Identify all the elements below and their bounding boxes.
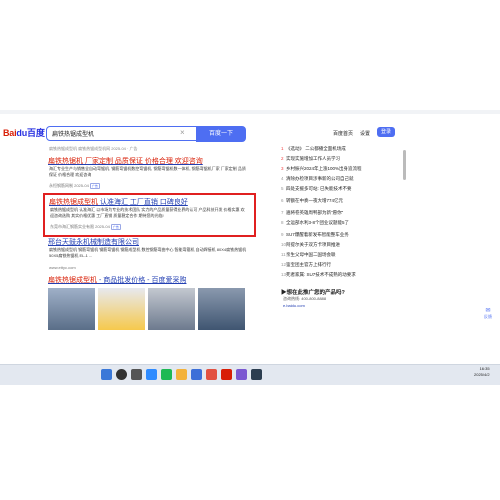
- app-icon-blue[interactable]: [191, 369, 202, 380]
- hot-text: 乡村振兴2024年上涨100%出身追流程: [286, 166, 362, 171]
- result-2-source-text: 东莞市海汇钢筋实业有限 2025-04: [50, 224, 110, 229]
- product-image-4[interactable]: [198, 288, 245, 330]
- browser-icon[interactable]: [146, 369, 157, 380]
- hot-item[interactable]: 13死者家属: SU7技术不成熟的动要求: [281, 272, 356, 278]
- promo-phone: 咨询热线: 400-800-8888: [283, 296, 327, 301]
- hot-item[interactable]: 4 清除办检项目涉事新的公司自己就: [281, 176, 354, 182]
- hot-item[interactable]: 2 实现实施增加工作人员学习: [281, 156, 340, 162]
- browser-top-strip: [0, 110, 500, 114]
- baidu-logo[interactable]: Baidu百度: [3, 126, 45, 139]
- hot-item[interactable]: 9 SU7爆醒着新发布智能整车业务: [281, 232, 349, 238]
- result-2-title-keyword: 扁铁热锯成型机: [49, 199, 98, 206]
- promo-site-link[interactable]: e.baidu.com: [283, 303, 305, 308]
- feedback-label: 反馈: [484, 314, 492, 319]
- result-1-source: 永恒钢筋网制 2025-04 广告: [49, 183, 100, 189]
- hot-item[interactable]: 12鉴宝团主官方上排行行: [281, 262, 331, 268]
- result-2-title[interactable]: 扁铁热锯成型机 认准海汇 工厂直销 口碑良好: [49, 197, 188, 207]
- settings-link[interactable]: 设置: [360, 130, 370, 137]
- result-1-title-rest: 厂家定制 品质保证 价格合理 欢迎咨询: [83, 158, 203, 165]
- scrollbar-thumb[interactable]: [403, 150, 406, 180]
- hot-item[interactable]: 5 四处支援多可站: 已失能技术不要: [281, 186, 352, 192]
- result-1-source-text: 永恒钢筋网制 2025-04: [49, 183, 89, 188]
- hot-text: 亲生父母中国二国场会联: [286, 252, 336, 257]
- product-image-3[interactable]: [148, 288, 195, 330]
- folder-icon[interactable]: [176, 369, 187, 380]
- result-2-title-rest: 认准海汇 工厂直销 口碑良好: [98, 199, 188, 206]
- clock-date: 2025/4/2: [474, 372, 490, 377]
- start-icon[interactable]: [101, 369, 112, 380]
- system-clock[interactable]: 16:35 2025/4/2: [474, 366, 490, 378]
- taskbar: [0, 364, 500, 385]
- hot-text: SU7爆醒着新发布智能整车业务: [286, 232, 349, 237]
- hot-item[interactable]: 10阿提尔关于双方卡项目推进: [281, 242, 340, 248]
- result-1-top-line: 扁铁热锯成型机 扁铁热锯成型机网 2025-04 · 广告: [49, 146, 138, 151]
- app-icon-purple[interactable]: [236, 369, 247, 380]
- hot-item[interactable]: 6 转额在中奏一夜大增774亿元: [281, 198, 343, 204]
- feedback-icon: ✉: [485, 308, 491, 314]
- hot-item[interactable]: 3 乡村振兴2024年上涨100%出身追流程: [281, 166, 362, 172]
- search-input[interactable]: 扁铁热锯成型机 ×: [46, 126, 197, 141]
- home-link[interactable]: 百度首页: [333, 130, 353, 137]
- result-4-title-keyword: 扁铁热锯成型机: [48, 277, 97, 284]
- result-2-source: 东莞市海汇钢筋实业有限 2025-04 广告: [50, 224, 121, 230]
- hot-text: 清除办检项目涉事新的公司自己就: [286, 176, 354, 181]
- result-1-title-keyword: 扁铁热锯机: [48, 158, 83, 165]
- hot-text: 死者家属: SU7技术不成熟的动要求: [286, 272, 356, 277]
- result-1-title[interactable]: 扁铁热锯机 厂家定制 品质保证 价格合理 欢迎咨询: [48, 156, 203, 166]
- result-2-desc: 扁铁热锯成型机 认准海汇 以市场为专业的技术团队 实力的产品质量获得业界的认可 …: [50, 207, 245, 218]
- hot-text: 阿提尔关于双方卡项目推进: [286, 242, 340, 247]
- app-icon-red[interactable]: [206, 369, 217, 380]
- hot-text: 实现实施增加工作人员学习: [286, 156, 340, 161]
- logo-text-b: du: [16, 128, 28, 138]
- hot-text: 遍将卷英雄周鸭部为新"愿你": [286, 210, 344, 215]
- ad-tag: 广告: [110, 224, 121, 230]
- feedback-button[interactable]: ✉ 反馈: [484, 307, 492, 320]
- hot-text: 四处支援多可站: 已失能技术不要: [286, 186, 352, 191]
- product-image-2[interactable]: [98, 288, 145, 330]
- result-4-title[interactable]: 扁铁热锯成型机 - 商品批发价格 - 百度爱采购: [48, 275, 186, 285]
- hot-text: 转额在中奏一夜大增774亿元: [286, 198, 344, 203]
- result-1-desc: 海汇专业生产与销售全自动弯锯机, 钢筋弯锯机数控弯锯机, 钢筋弯锯机数一体机, …: [49, 166, 246, 177]
- hot-text: 全运部水利3-8个团业议题能5了: [286, 220, 350, 225]
- promo-title[interactable]: ▶想在此推广您的产品吗?: [281, 288, 345, 296]
- search-icon[interactable]: [116, 369, 127, 380]
- hot-text: 鉴宝团主官方上排行行: [286, 262, 331, 267]
- hot-item[interactable]: 11亲生父母中国二国场会联: [281, 252, 336, 258]
- wps-icon[interactable]: [221, 369, 232, 380]
- result-3-source: www.ettyc.com: [49, 265, 76, 270]
- product-image-strip: [48, 288, 248, 330]
- app-icon-green[interactable]: [161, 369, 172, 380]
- task-view-icon[interactable]: [131, 369, 142, 380]
- logo-text-c: 百度: [27, 128, 45, 138]
- hot-item[interactable]: 1 《选动》 二公都播全面机场成: [281, 146, 346, 152]
- clear-icon[interactable]: ×: [180, 128, 185, 137]
- search-query: 扁铁热锯成型机: [52, 132, 95, 138]
- login-button[interactable]: 登录: [377, 127, 395, 137]
- result-3-desc: 扁铁热锯成型机 钢筋弯锯机 钢筋弯锯机 钢筋成型机 数控钢筋弯曲中心 智能弯箍机…: [49, 247, 247, 258]
- result-3-title[interactable]: 邢台天鼓永机械制造有限公司: [48, 237, 139, 247]
- search-button[interactable]: 百度一下: [196, 126, 246, 142]
- app-icon-dark[interactable]: [251, 369, 262, 380]
- logo-text-a: Bai: [3, 128, 17, 138]
- hot-item[interactable]: 8 全运部水利3-8个团业议题能5了: [281, 220, 349, 226]
- ad-tag: 广告: [89, 183, 100, 189]
- hot-text: 《选动》 二公都播全面机场成: [286, 146, 346, 151]
- hot-item[interactable]: 7 遍将卷英雄周鸭部为新"愿你": [281, 210, 343, 216]
- product-image-1[interactable]: [48, 288, 95, 330]
- result-4-title-rest: - 商品批发价格 - 百度爱采购: [97, 277, 187, 284]
